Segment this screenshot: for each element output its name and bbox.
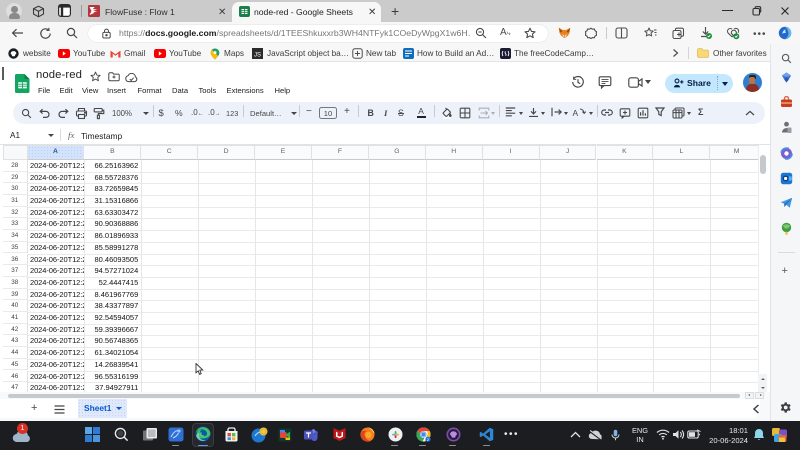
svg-text:JS: JS: [254, 53, 261, 59]
